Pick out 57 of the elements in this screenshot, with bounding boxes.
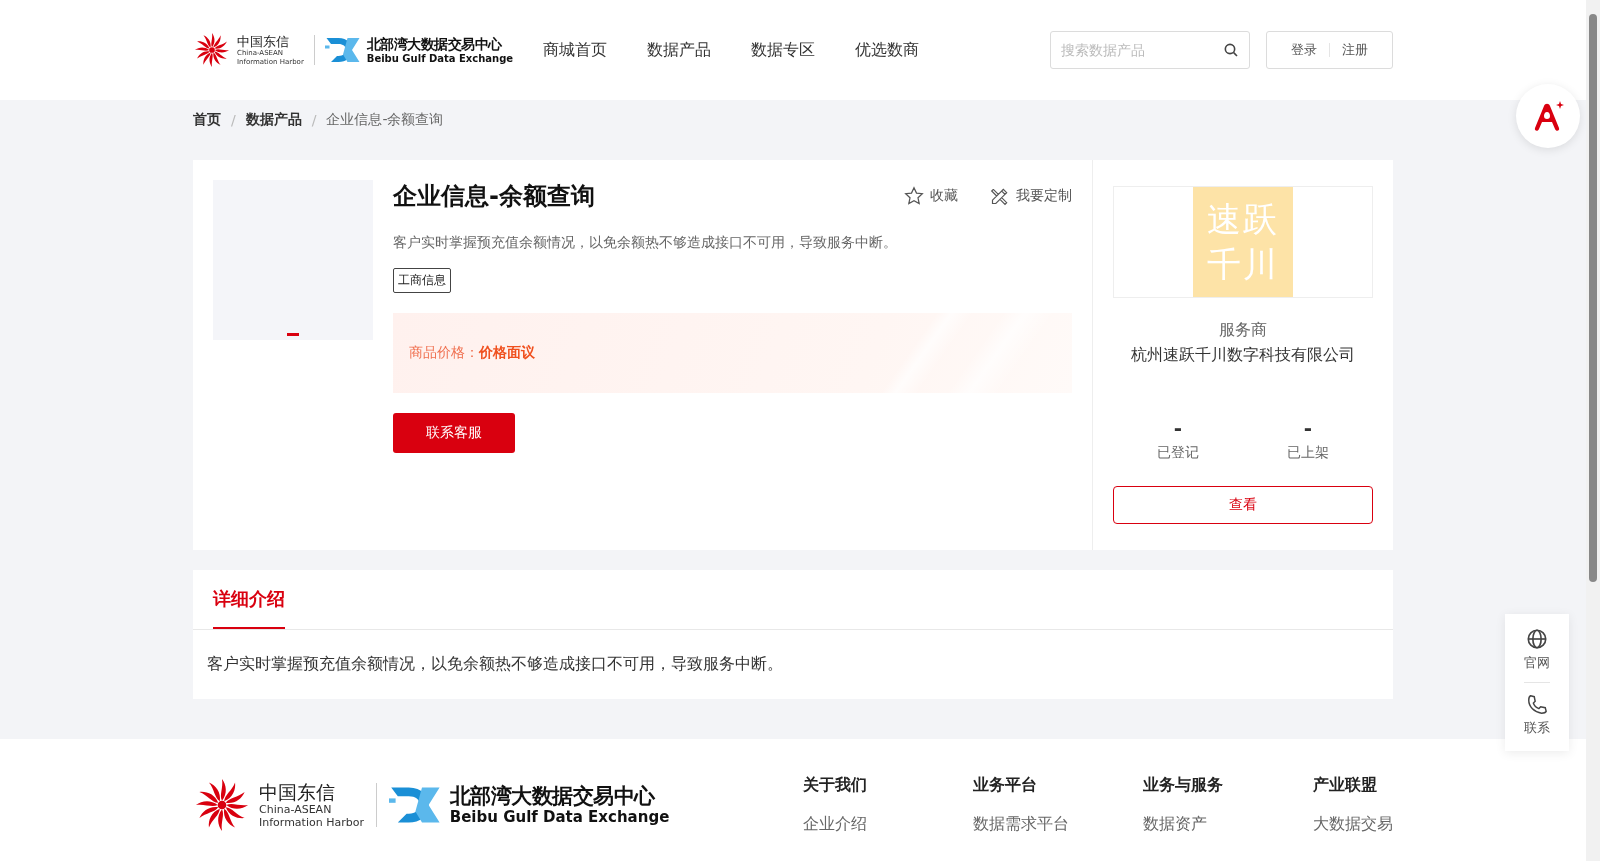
- phone-icon: [1526, 693, 1548, 715]
- breadcrumb-link[interactable]: 数据产品: [245, 111, 302, 129]
- view-button[interactable]: 查看: [1113, 486, 1373, 524]
- nav-link[interactable]: 数据产品: [647, 39, 712, 61]
- stat-label: 已登记: [1157, 444, 1199, 462]
- logo-name: 中国东信: [259, 782, 336, 802]
- provider-logo-text: 千川: [1207, 244, 1279, 285]
- scrollbar[interactable]: [1586, 0, 1600, 861]
- action-link[interactable]: 收藏: [904, 186, 958, 206]
- logo-subtitle: China-ASEAN: [259, 803, 333, 815]
- breadcrumb-separator: /: [311, 112, 317, 128]
- auth-link[interactable]: 登录: [1279, 41, 1329, 59]
- search-field[interactable]: 搜索数据产品: [1050, 31, 1250, 69]
- logo-name: 北部湾大数据交易中心: [366, 36, 503, 51]
- action-link[interactable]: 我要定制: [990, 186, 1072, 206]
- star-icon: [904, 186, 924, 206]
- search-icon[interactable]: [1223, 42, 1239, 58]
- pencil-ruler-icon: [990, 186, 1010, 206]
- side-panel-link[interactable]: 官网: [1524, 622, 1550, 678]
- breadcrumb-separator: /: [231, 112, 236, 128]
- stat-value: -: [1173, 416, 1183, 440]
- footer-link[interactable]: 数据资产: [1143, 814, 1313, 835]
- ai-assistant-button[interactable]: [1516, 84, 1580, 148]
- stat-value: -: [1303, 416, 1313, 440]
- nav-link[interactable]: 商城首页: [543, 39, 608, 61]
- dx-logo-icon: [324, 35, 361, 65]
- footer-link[interactable]: 企业介绍: [803, 814, 973, 835]
- sunburst-logo-icon: [193, 31, 231, 69]
- auth-link[interactable]: 注册: [1330, 41, 1380, 59]
- product-description: 客户实时掌握预充值余额情况，以免余额热不够造成接口不可用，导致服务中断。: [393, 234, 898, 252]
- logo-subtitle: Information Harbor: [259, 816, 364, 828]
- globe-icon: [1526, 628, 1548, 650]
- price-text: 商品价格：价格面议: [409, 344, 535, 362]
- product-title: 企业信息-余额查询: [393, 181, 595, 212]
- stat-label: 已上架: [1287, 444, 1329, 462]
- nav-link[interactable]: 数据专区: [751, 39, 816, 61]
- logo-subtitle: Beibu Gulf Data Exchange: [366, 53, 514, 64]
- contact-service-button[interactable]: 联系客服: [393, 413, 515, 453]
- detail-text: 客户实时掌握预充值余额情况，以免余额热不够造成接口不可用，导致服务中断。: [206, 653, 784, 675]
- logo-subtitle: Beibu Gulf Data Exchange: [449, 809, 670, 825]
- provider-role: 服务商: [1219, 320, 1267, 341]
- footer-heading: 关于我们: [803, 775, 868, 796]
- footer-heading: 业务平台: [973, 775, 1038, 796]
- footer-link[interactable]: 数据需求平台: [973, 814, 1143, 835]
- provider-logo-text: 速跃: [1207, 199, 1279, 240]
- logo-name: 北部湾大数据交易中心: [449, 785, 656, 807]
- breadcrumb-link[interactable]: 首页: [193, 111, 221, 129]
- footer-heading: 产业联盟: [1313, 775, 1378, 796]
- detail-tab[interactable]: 详细介绍: [213, 570, 285, 629]
- provider-name: 杭州速跃千川数字科技有限公司: [1131, 345, 1355, 366]
- side-panel-link[interactable]: 联系: [1524, 687, 1550, 743]
- nav-link[interactable]: 优选数商: [855, 39, 920, 61]
- logo-name: 中国东信: [237, 34, 290, 48]
- breadcrumb-link[interactable]: 企业信息-余额查询: [326, 111, 444, 129]
- category-tag: 工商信息: [393, 268, 451, 293]
- footer-link[interactable]: 大数据交易: [1313, 814, 1393, 835]
- footer-heading: 业务与服务: [1143, 775, 1224, 796]
